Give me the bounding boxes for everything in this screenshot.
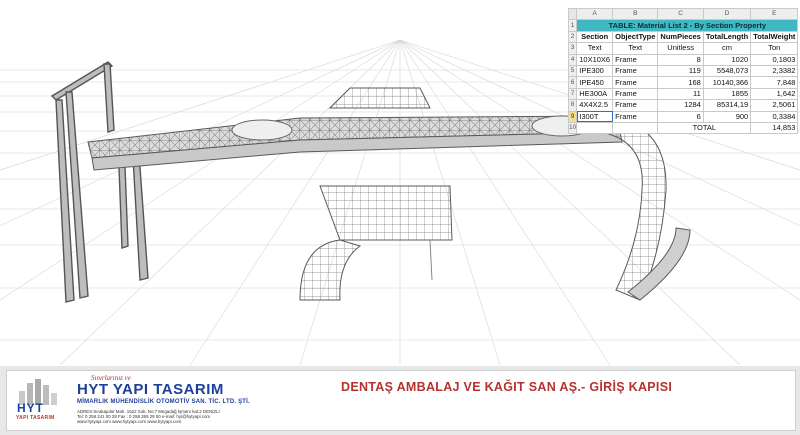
total-row: 10 TOTAL 14,853: [567, 121, 799, 135]
row-header[interactable]: 5: [567, 64, 578, 78]
total-label[interactable]: TOTAL: [657, 121, 752, 135]
left-portal-frame: [50, 61, 149, 303]
row-header[interactable]: 3: [567, 42, 578, 55]
totallength-cell[interactable]: 10140,366: [702, 76, 752, 89]
row-header[interactable]: 10: [567, 121, 578, 135]
main-deck: [87, 115, 623, 171]
objecttype-cell[interactable]: Frame: [612, 110, 659, 123]
totallength-cell[interactable]: 900: [702, 110, 752, 123]
numpieces-cell[interactable]: 168: [657, 76, 704, 89]
select-all-corner[interactable]: [567, 7, 578, 21]
section-cell[interactable]: 4X4X2.5: [576, 99, 614, 112]
unit-cell[interactable]: Text: [576, 42, 614, 55]
column-header-e[interactable]: E: [750, 7, 799, 21]
project-title: DENTAŞ AMBALAJ VE KAĞIT SAN AŞ.- GİRİŞ K…: [341, 380, 673, 394]
totalweight-cell[interactable]: 7,848: [750, 76, 799, 89]
totalweight-cell[interactable]: 0,1803: [750, 53, 799, 66]
row-header[interactable]: 8: [567, 99, 578, 112]
row-header[interactable]: 1: [567, 19, 578, 32]
objecttype-cell[interactable]: Frame: [612, 64, 659, 78]
section-cell[interactable]: IPE450: [576, 76, 614, 89]
row-header[interactable]: 2: [567, 30, 578, 44]
section-cell[interactable]: IPE300: [576, 64, 614, 78]
company-subtitle: MİMARLIK MÜHENDİSLİK OTOMOTİV SAN. TİC. …: [77, 399, 250, 405]
totallength-cell[interactable]: 5548,073: [702, 64, 752, 78]
row-header[interactable]: 6: [567, 76, 578, 89]
table-row-selected: 9 I300T Frame 6 900 0,3384: [567, 110, 799, 123]
objecttype-cell[interactable]: Frame: [612, 99, 659, 112]
header-cell-totalweight[interactable]: TotalWeight: [750, 30, 799, 44]
table-title[interactable]: TABLE: Material List 2 - By Section Prop…: [576, 19, 799, 32]
header-cell-objecttype[interactable]: ObjectType: [612, 30, 659, 44]
unit-cell[interactable]: Unitless: [657, 42, 704, 55]
logo-wordmark: HYT: [17, 401, 44, 415]
material-list-table[interactable]: A B C D E 1 TABLE: Material List 2 - By …: [567, 7, 799, 135]
model-viewport[interactable]: A B C D E 1 TABLE: Material List 2 - By …: [0, 0, 800, 365]
table-row: 6 IPE450 Frame 168 10140,366 7,848: [567, 76, 799, 89]
numpieces-cell[interactable]: 1284: [657, 99, 704, 112]
company-contact: ADRES:Sırakapılar Mah. 1522 Sok. No:7 Me…: [77, 409, 247, 425]
numpieces-cell[interactable]: 11: [657, 87, 704, 101]
unit-cell[interactable]: cm: [702, 42, 752, 55]
totalweight-cell[interactable]: 0,3384: [750, 110, 799, 123]
header-cell-totallength[interactable]: TotalLength: [702, 30, 752, 44]
row-header-selected[interactable]: 9: [567, 110, 578, 123]
empty-cell[interactable]: [612, 121, 659, 135]
table-row: 7 HE300A Frame 11 1855 1,642: [567, 87, 799, 101]
logo-subtitle: YAPI TASARIM: [16, 415, 55, 421]
empty-cell[interactable]: [576, 121, 614, 135]
objecttype-cell[interactable]: Frame: [612, 76, 659, 89]
section-cell[interactable]: 10X10X6: [576, 53, 614, 66]
company-name: HYT YAPI TASARIM: [77, 381, 224, 398]
lower-wing: [299, 185, 453, 301]
company-banner: HYT YAPI TASARIM Sınırlarınız ve HYT YAP…: [0, 366, 800, 435]
column-header-a[interactable]: A: [576, 7, 614, 21]
section-cell-selected[interactable]: I300T: [576, 110, 614, 123]
row-header[interactable]: 7: [567, 87, 578, 101]
totalweight-cell[interactable]: 2,3382: [750, 64, 799, 78]
column-header-b[interactable]: B: [612, 7, 659, 21]
right-curved-wing: [599, 115, 691, 301]
numpieces-cell[interactable]: 119: [657, 64, 704, 78]
header-cell-numpieces[interactable]: NumPieces: [657, 30, 704, 44]
totallength-cell[interactable]: 85314,19: [702, 99, 752, 112]
numpieces-cell[interactable]: 8: [657, 53, 704, 66]
table-row: 5 IPE300 Frame 119 5548,073 2,3382: [567, 64, 799, 78]
banner-inner: HYT YAPI TASARIM Sınırlarınız ve HYT YAP…: [6, 370, 796, 431]
totallength-cell[interactable]: 1855: [702, 87, 752, 101]
total-value[interactable]: 14,853: [750, 121, 799, 135]
screenshot-page: A B C D E 1 TABLE: Material List 2 - By …: [0, 0, 800, 435]
website-line: www.hytyapi.com www.hytyapi.com www.hyty…: [77, 419, 182, 425]
totalweight-cell[interactable]: 1,642: [750, 87, 799, 101]
section-cell[interactable]: HE300A: [576, 87, 614, 101]
rear-section: [328, 87, 431, 109]
row-header[interactable]: 4: [567, 53, 578, 66]
unit-cell[interactable]: Ton: [750, 42, 799, 55]
column-header-c[interactable]: C: [657, 7, 704, 21]
totalweight-cell[interactable]: 2,5061: [750, 99, 799, 112]
column-header-d[interactable]: D: [702, 7, 752, 21]
table-row: 4 10X10X6 Frame 8 1020 0,1803: [567, 53, 799, 66]
numpieces-cell[interactable]: 6: [657, 110, 704, 123]
objecttype-cell[interactable]: Frame: [612, 87, 659, 101]
header-cell-section[interactable]: Section: [576, 30, 614, 44]
unit-cell[interactable]: Text: [612, 42, 659, 55]
totallength-cell[interactable]: 1020: [702, 53, 752, 66]
table-row: 8 4X4X2.5 Frame 1284 85314,19 2,5061: [567, 99, 799, 112]
objecttype-cell[interactable]: Frame: [612, 53, 659, 66]
